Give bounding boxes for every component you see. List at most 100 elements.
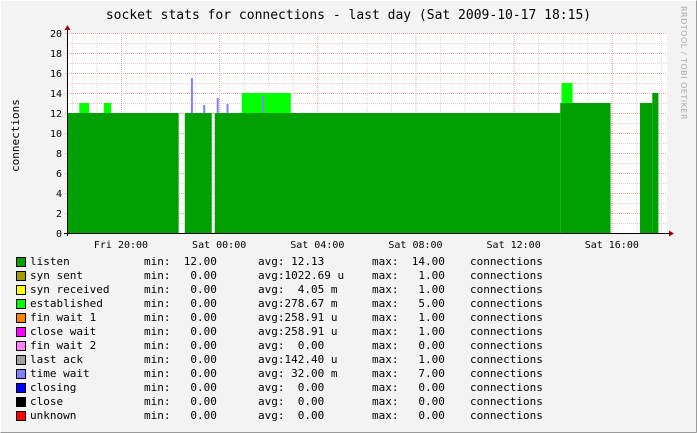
- legend-unit: connections: [470, 297, 543, 310]
- legend-swatch: [16, 397, 26, 407]
- time-wait-spike: [262, 96, 265, 113]
- time-wait-spike: [226, 104, 229, 113]
- legend-unit: connections: [470, 367, 543, 380]
- legend-series-name: closing: [30, 381, 77, 394]
- legend-unit: connections: [470, 311, 543, 324]
- y-tick-label: 20: [50, 29, 62, 40]
- legend-swatch: [16, 299, 26, 309]
- legend-row: closing min: 0.00 avg: 0.00 max: 0.00 conne…: [16, 381, 576, 395]
- listen-area: [560, 103, 611, 233]
- legend-row: fin wait 2 min: 0.00 avg: 0.00 max: 0.00 co…: [16, 339, 576, 353]
- legend-avg: avg: 32.00 m: [258, 367, 338, 380]
- legend-row: unknown min: 0.00 avg: 0.00 max: 0.00 conne…: [16, 409, 576, 423]
- legend-max: max: 14.00: [372, 255, 445, 268]
- established-area: [241, 93, 291, 113]
- legend-min: min: 0.00: [144, 353, 217, 366]
- chart-plot: 0 2 4 6 8 10 12 14 16 18 20 Fri 20:00 Sat 00:00 Sat 0…: [50, 25, 674, 250]
- legend-max: max: 0.00: [372, 381, 445, 394]
- legend-series-name: close: [30, 395, 64, 408]
- x-axis-arrow: [669, 230, 674, 237]
- legend-unit: connections: [470, 269, 543, 282]
- established-area: [103, 103, 112, 113]
- y-tick-label: 16: [50, 69, 62, 80]
- legend-row: listen min: 12.00 avg: 12.13 max: 14.00 conn…: [16, 255, 576, 269]
- legend-series-name: last ack: [30, 353, 83, 366]
- legend-avg: avg:258.91 u: [258, 325, 338, 338]
- y-tick-label: 6: [56, 169, 62, 180]
- legend-row: close wait min: 0.00 avg:258.91 u max: 1.00…: [16, 325, 576, 339]
- legend-min: min: 0.00: [144, 325, 217, 338]
- legend-swatch: [16, 285, 26, 295]
- legend-series-name: syn sent: [30, 269, 83, 282]
- legend-max: max: 0.00: [372, 395, 445, 408]
- legend-avg: avg:258.91 u: [258, 311, 338, 324]
- listen-area: [652, 93, 659, 233]
- legend-avg: avg: 4.05 m: [258, 283, 338, 296]
- legend-series-name: close wait: [30, 325, 97, 338]
- legend-min: min: 12.00: [144, 255, 217, 268]
- legend-series-name: listen: [30, 255, 70, 268]
- legend-swatch: [16, 355, 26, 365]
- legend-avg: avg: 0.00: [258, 381, 338, 394]
- x-tick-label: Sat 16:00: [585, 240, 639, 250]
- legend-unit: connections: [470, 381, 543, 394]
- legend-unit: connections: [470, 283, 543, 296]
- x-tick-label: Sat 12:00: [487, 240, 541, 250]
- legend-max: max: 1.00: [372, 325, 445, 338]
- legend-row: last ack min: 0.00 avg:142.40 u max: 1.00 co…: [16, 353, 576, 367]
- y-axis-arrow: [64, 25, 71, 30]
- legend-min: min: 0.00: [144, 395, 217, 408]
- legend-max: max: 5.00: [372, 297, 445, 310]
- legend-series-name: syn received: [30, 283, 110, 296]
- legend-min: min: 0.00: [144, 381, 217, 394]
- x-tick-label: Sat 00:00: [192, 240, 246, 250]
- legend-row: close min: 0.00 avg: 0.00 max: 0.00 connect…: [16, 395, 576, 409]
- legend-unit: connections: [470, 353, 543, 366]
- listen-area: [67, 113, 179, 233]
- listen-area: [184, 113, 212, 233]
- legend-series-name: fin wait 1: [30, 311, 97, 324]
- legend-min: min: 0.00: [144, 367, 217, 380]
- legend-max: max: 0.00: [372, 409, 445, 422]
- time-wait-spike: [203, 105, 206, 113]
- legend-series-name: established: [30, 297, 103, 310]
- legend-avg: avg: 0.00: [258, 395, 338, 408]
- legend-swatch: [16, 313, 26, 323]
- legend-swatch: [16, 383, 26, 393]
- y-tick-label: 14: [50, 89, 62, 100]
- legend-swatch: [16, 271, 26, 281]
- legend-avg: avg:1022.69 u: [258, 269, 345, 282]
- legend-swatch: [16, 369, 26, 379]
- legend-swatch: [16, 327, 26, 337]
- legend-unit: connections: [470, 409, 543, 422]
- legend-min: min: 0.00: [144, 297, 217, 310]
- legend-unit: connections: [470, 395, 543, 408]
- x-tick-label: Fri 20:00: [94, 240, 148, 250]
- legend-max: max: 1.00: [372, 269, 445, 282]
- time-wait-spike: [216, 98, 219, 113]
- established-area: [561, 83, 573, 103]
- legend-row: established min: 0.00 avg:278.67 m max: 5.0…: [16, 297, 576, 311]
- legend-min: min: 0.00: [144, 283, 217, 296]
- legend-unit: connections: [470, 255, 543, 268]
- x-tick-label: Sat 04:00: [290, 240, 344, 250]
- legend-max: max: 1.00: [372, 353, 445, 366]
- legend-avg: avg:278.67 m: [258, 297, 338, 310]
- listen-area: [214, 113, 561, 233]
- legend-avg: avg: 0.00: [258, 409, 338, 422]
- y-tick-label: 8: [56, 149, 62, 160]
- legend-unit: connections: [470, 325, 543, 338]
- y-tick-label: 2: [56, 209, 62, 220]
- legend-row: syn received min: 0.00 avg: 4.05 m max: 1.0…: [16, 283, 576, 297]
- legend-swatch: [16, 411, 26, 421]
- legend-avg: avg: 12.13: [258, 255, 325, 268]
- legend-series-name: time wait: [30, 367, 90, 380]
- legend-swatch: [16, 341, 26, 351]
- established-area: [79, 103, 90, 113]
- legend-max: max: 7.00: [372, 367, 445, 380]
- time-wait-spike: [190, 78, 193, 113]
- legend-avg: avg:142.40 u: [258, 353, 338, 366]
- y-tick-label: 18: [50, 49, 62, 60]
- legend-row: fin wait 1 min: 0.00 avg:258.91 u max: 1.00…: [16, 311, 576, 325]
- legend-series-name: unknown: [30, 409, 77, 422]
